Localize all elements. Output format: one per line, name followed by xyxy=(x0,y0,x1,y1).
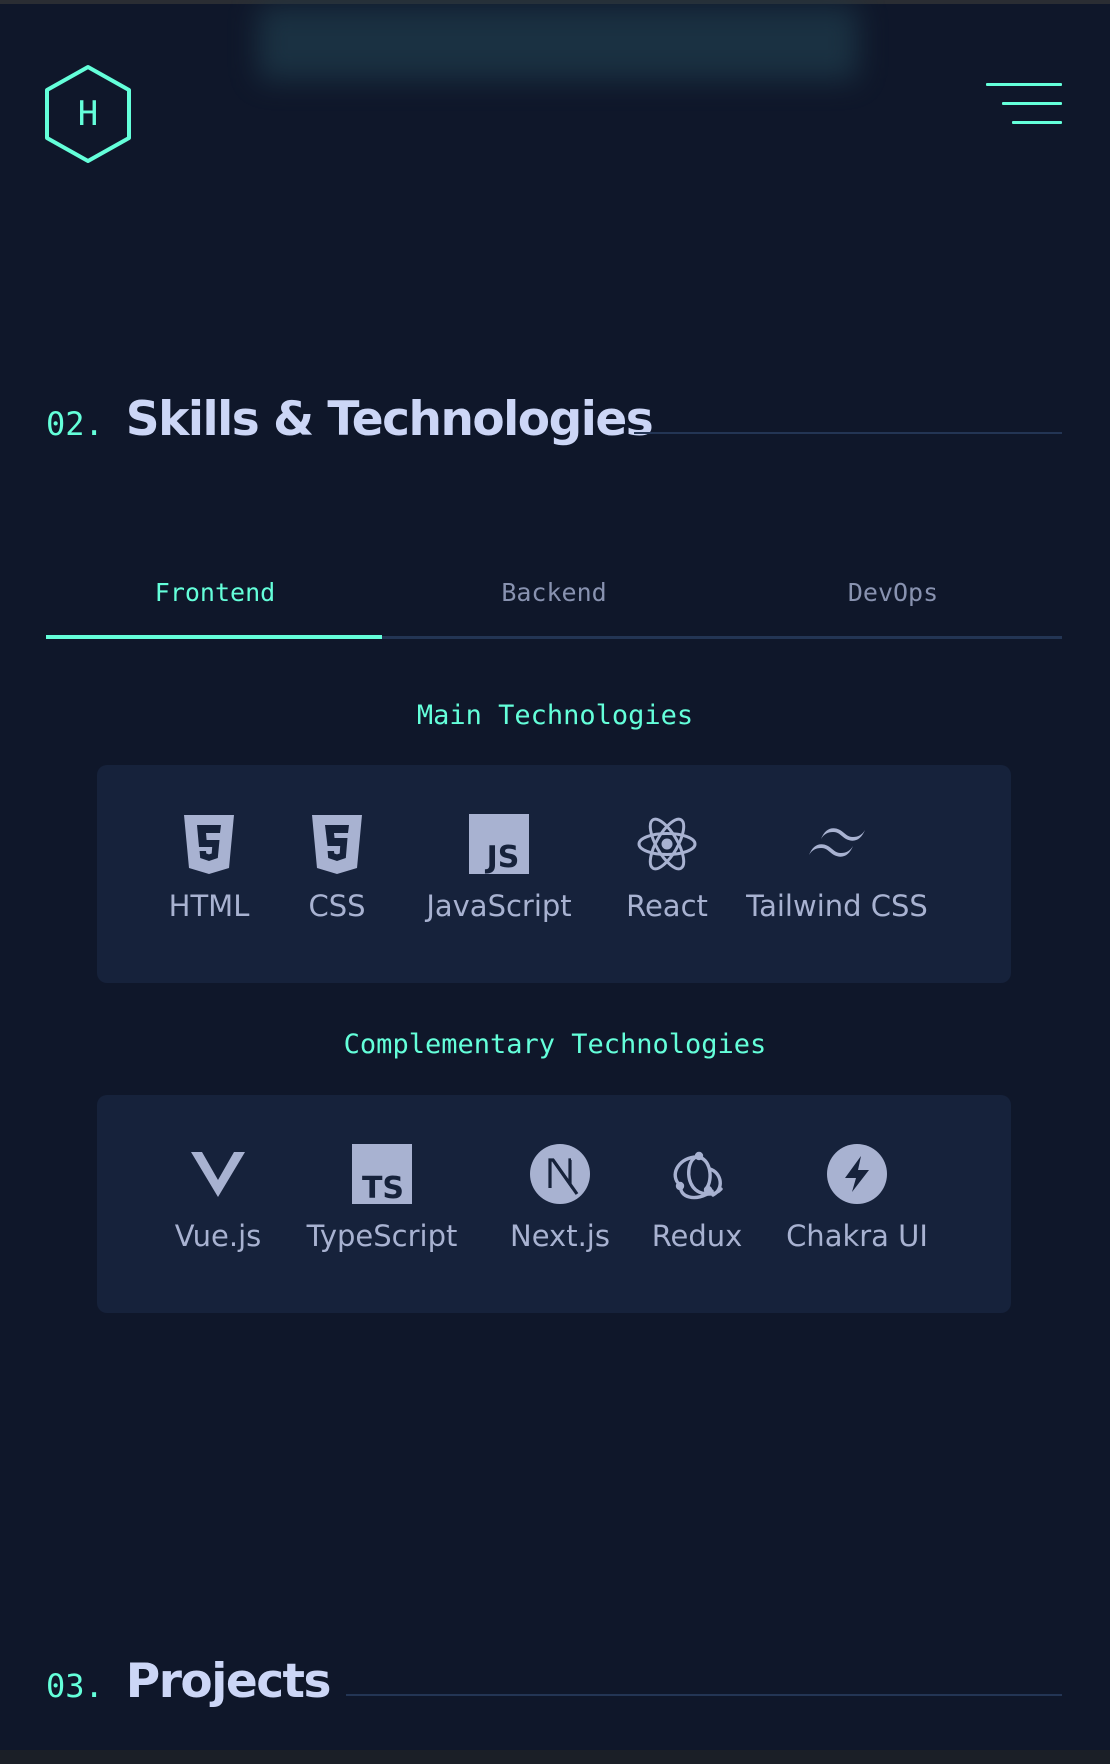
main-technologies-title: Main Technologies xyxy=(416,700,694,731)
tech-chakra: Chakra UI xyxy=(786,1095,928,1313)
tab-active-indicator xyxy=(46,635,382,639)
nextjs-icon xyxy=(529,1143,591,1205)
chakra-icon xyxy=(826,1143,888,1205)
skills-tabs: Frontend Backend DevOps xyxy=(46,548,1062,640)
section-divider xyxy=(346,1694,1062,1696)
section-divider xyxy=(634,432,1062,434)
tech-label: Vue.js xyxy=(174,1219,262,1253)
section-number: 03. xyxy=(46,1667,104,1705)
tailwind-icon xyxy=(806,813,868,875)
complementary-technologies-card: Vue.js TS TypeScript Next.js Redux Chakr… xyxy=(97,1095,1011,1313)
redux-icon xyxy=(666,1143,728,1205)
tech-label: Chakra UI xyxy=(786,1219,928,1253)
react-icon xyxy=(636,813,698,875)
logo[interactable]: H xyxy=(44,64,132,164)
typescript-icon: TS xyxy=(351,1143,413,1205)
skills-heading: 02. Skills & Technologies xyxy=(46,392,654,447)
tech-label: Next.js xyxy=(510,1219,610,1253)
javascript-icon: JS xyxy=(468,813,530,875)
window-bottom-edge xyxy=(0,1750,1110,1764)
tab-backend[interactable]: Backend xyxy=(385,548,723,636)
svg-text:JS: JS xyxy=(485,840,520,874)
tech-html: HTML xyxy=(169,765,249,983)
section-number: 02. xyxy=(46,405,104,443)
window-top-edge xyxy=(0,0,1110,4)
css3-icon xyxy=(306,813,368,875)
tech-tailwind: Tailwind CSS xyxy=(746,765,928,983)
tech-label: Tailwind CSS xyxy=(746,889,928,923)
tech-nextjs: Next.js xyxy=(510,1095,610,1313)
projects-heading: 03. Projects xyxy=(46,1654,332,1709)
logo-letter: H xyxy=(77,94,99,134)
section-title: Skills & Technologies xyxy=(125,392,654,447)
hamburger-menu-icon[interactable] xyxy=(986,80,1062,126)
tech-label: Redux xyxy=(651,1219,743,1253)
tech-javascript: JS JavaScript xyxy=(424,765,574,983)
svg-text:TS: TS xyxy=(362,1171,404,1204)
vue-icon xyxy=(187,1143,249,1205)
complementary-technologies-title: Complementary Technologies xyxy=(343,1029,767,1060)
tech-vue: Vue.js xyxy=(175,1095,261,1313)
header-glow xyxy=(258,6,858,80)
tech-redux: Redux xyxy=(652,1095,742,1313)
main-technologies-card: HTML CSS JS JavaScript React Tailwind CS… xyxy=(97,765,1011,983)
tech-label: JavaScript xyxy=(426,889,572,923)
tech-react: React xyxy=(620,765,714,983)
tech-label: React xyxy=(626,889,708,923)
html5-icon xyxy=(178,813,240,875)
tab-devops[interactable]: DevOps xyxy=(724,548,1062,636)
section-title: Projects xyxy=(125,1654,332,1709)
tech-label: CSS xyxy=(308,889,366,923)
tech-css: CSS xyxy=(307,765,367,983)
tech-label: TypeScript xyxy=(306,1219,458,1253)
tab-frontend[interactable]: Frontend xyxy=(46,548,384,636)
tech-label: HTML xyxy=(168,889,250,923)
tech-typescript: TS TypeScript xyxy=(307,1095,457,1313)
